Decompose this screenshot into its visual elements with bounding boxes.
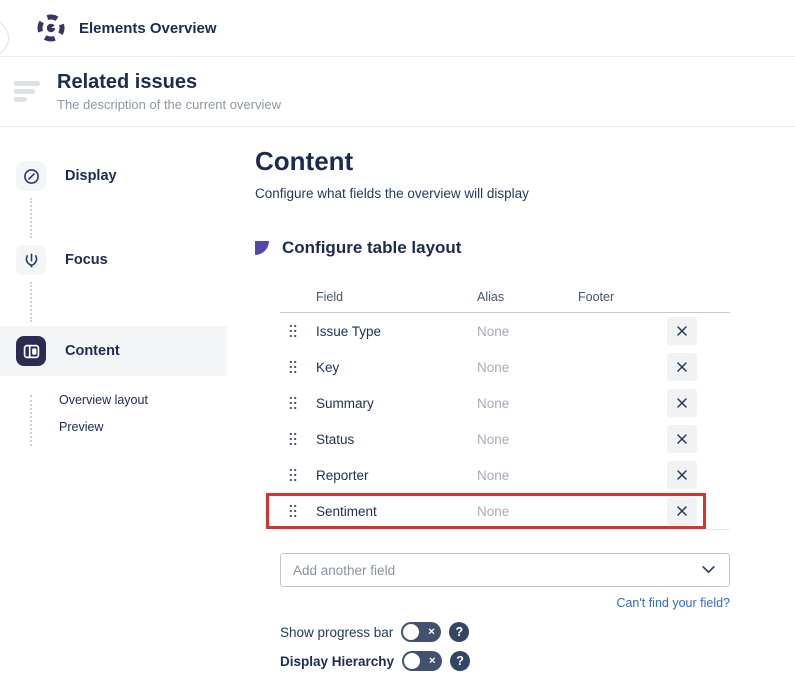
table-row: Reporter None (280, 457, 730, 493)
table-bottom-divider (280, 529, 730, 530)
app-header: Elements Overview (0, 0, 795, 57)
sidebar-sub-list: Overview layout Preview (0, 393, 227, 448)
add-field-placeholder: Add another field (293, 563, 395, 578)
overview-header: Related issues The description of the cu… (0, 57, 795, 127)
step-connector (30, 282, 32, 322)
step-connector (30, 198, 32, 238)
sidebar-step-display[interactable]: Display (0, 158, 227, 194)
edge-cutoff-circle-decoration (0, 20, 9, 56)
content-icon (16, 336, 46, 366)
sidebar: Display Focus (0, 127, 227, 693)
sidebar-step-label: Focus (65, 252, 108, 268)
field-name: Status (316, 432, 477, 447)
remove-field-button[interactable] (667, 497, 697, 525)
quarter-circle-icon (255, 241, 269, 255)
field-alias[interactable]: None (477, 324, 578, 339)
section-title: Configure table layout (282, 238, 461, 258)
cant-find-field-link[interactable]: Can't find your field? (616, 596, 730, 610)
field-name: Sentiment (316, 504, 477, 519)
step-connector (30, 395, 32, 446)
app-title: Elements Overview (79, 20, 217, 37)
overview-subtitle: The description of the current overview (57, 97, 281, 112)
field-alias[interactable]: None (477, 432, 578, 447)
field-alias[interactable]: None (477, 468, 578, 483)
add-field-select[interactable]: Add another field (280, 553, 730, 587)
drag-handle-icon[interactable] (288, 432, 316, 446)
remove-field-button[interactable] (667, 317, 697, 345)
focus-icon (16, 245, 46, 275)
table-row: Key None (280, 349, 730, 385)
chevron-down-icon (702, 566, 715, 574)
field-name: Summary (316, 396, 477, 411)
column-header-alias: Alias (477, 290, 578, 304)
sidebar-item-overview-layout[interactable]: Overview layout (0, 393, 227, 407)
field-name: Issue Type (316, 324, 477, 339)
help-question-icon[interactable]: ? (449, 622, 469, 642)
field-name: Reporter (316, 468, 477, 483)
main-content: Content Configure what fields the overvi… (227, 127, 795, 693)
remove-field-button[interactable] (667, 425, 697, 453)
page-subtitle: Configure what fields the overview will … (255, 186, 795, 201)
drag-handle-icon[interactable] (288, 324, 316, 338)
sidebar-step-label: Display (65, 168, 117, 184)
section-configure-table-layout: Configure table layout (255, 238, 795, 258)
drag-handle-icon[interactable] (288, 360, 316, 374)
show-progress-bar-label: Show progress bar (280, 625, 393, 640)
display-hierarchy-toggle[interactable]: ✕ (402, 651, 442, 671)
remove-field-button[interactable] (667, 461, 697, 489)
sidebar-step-label: Content (65, 343, 120, 359)
help-question-icon[interactable]: ? (450, 651, 470, 671)
field-name: Key (316, 360, 477, 375)
table-row: Summary None (280, 385, 730, 421)
remove-field-button[interactable] (667, 353, 697, 381)
sidebar-step-focus[interactable]: Focus (0, 242, 227, 278)
help-link-row: Can't find your field? (255, 594, 730, 612)
remove-field-button[interactable] (667, 389, 697, 417)
field-alias[interactable]: None (477, 360, 578, 375)
table-row: Issue Type None (280, 313, 730, 349)
description-lines-icon (14, 81, 41, 102)
table-row: Status None (280, 421, 730, 457)
fields-table: Field Alias Footer Issue Type None (280, 290, 730, 530)
drag-handle-icon[interactable] (288, 504, 316, 518)
table-header-row: Field Alias Footer (280, 290, 730, 313)
show-progress-bar-row: Show progress bar ✕ ? (280, 622, 795, 642)
display-hierarchy-row: Display Hierarchy ✕ ? (280, 651, 795, 671)
drag-handle-icon[interactable] (288, 396, 316, 410)
column-header-footer: Footer (578, 290, 730, 304)
toggle-knob (403, 624, 419, 640)
column-header-field: Field (316, 290, 477, 304)
toggle-off-cross-icon: ✕ (428, 628, 436, 637)
toggle-off-cross-icon: ✕ (429, 657, 437, 666)
table-row-highlighted: Sentiment None (280, 493, 730, 529)
show-progress-bar-toggle[interactable]: ✕ (401, 622, 441, 642)
field-alias[interactable]: None (477, 504, 578, 519)
display-icon (16, 161, 46, 191)
field-alias[interactable]: None (477, 396, 578, 411)
sidebar-step-content[interactable]: Content (0, 326, 227, 376)
page-title: Content (255, 146, 795, 177)
overview-header-text: Related issues The description of the cu… (57, 71, 281, 112)
page: Elements Overview Related issues The des… (0, 0, 795, 694)
sidebar-item-preview[interactable]: Preview (0, 420, 227, 434)
toggle-knob (404, 653, 420, 669)
app-logo-icon (36, 13, 66, 43)
display-hierarchy-label: Display Hierarchy (280, 654, 394, 669)
drag-handle-icon[interactable] (288, 468, 316, 482)
overview-title: Related issues (57, 71, 281, 94)
